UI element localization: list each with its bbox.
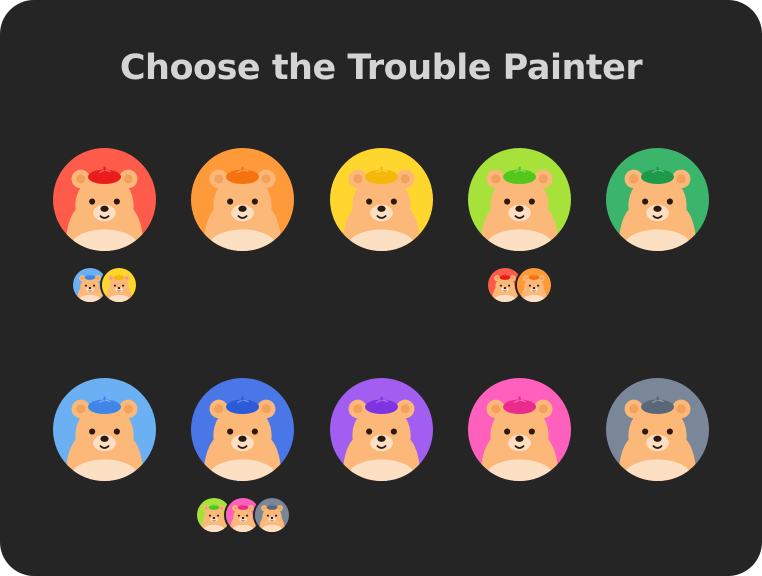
painter-option-orange[interactable] — [191, 148, 294, 251]
painter-option-pink[interactable] — [468, 378, 571, 481]
bear-gray-beret-icon — [606, 378, 709, 481]
page-title: Choose the Trouble Painter — [119, 48, 643, 88]
painter-option-sky[interactable] — [53, 378, 156, 481]
painter-option-gray[interactable] — [606, 378, 709, 481]
painter-option-green[interactable] — [606, 148, 709, 251]
voter-avatar-gray — [252, 496, 291, 534]
voter-avatar-yellow — [100, 266, 138, 304]
bear-orange-beret-icon — [517, 268, 551, 302]
bear-blue-beret-icon — [191, 378, 294, 481]
bear-lime-beret-icon — [468, 148, 571, 251]
painter-option-red[interactable] — [53, 148, 156, 251]
bear-pink-beret-icon — [468, 378, 571, 481]
bear-red-beret-icon — [53, 148, 156, 251]
bear-orange-beret-icon — [191, 148, 294, 251]
bear-gray-beret-icon — [254, 498, 289, 532]
painter-option-lime[interactable] — [468, 148, 571, 251]
voter-avatar-orange — [515, 266, 553, 304]
bear-purple-beret-icon — [330, 378, 433, 481]
painter-selection-panel: Choose the Trouble Painter — [0, 0, 762, 576]
painter-option-blue[interactable] — [191, 378, 294, 481]
painter-option-yellow[interactable] — [330, 148, 433, 251]
bear-sky-beret-icon — [53, 378, 156, 481]
bear-yellow-beret-icon — [330, 148, 433, 251]
painter-option-purple[interactable] — [330, 378, 433, 481]
bear-green-beret-icon — [606, 148, 709, 251]
bear-yellow-beret-icon — [102, 268, 136, 302]
